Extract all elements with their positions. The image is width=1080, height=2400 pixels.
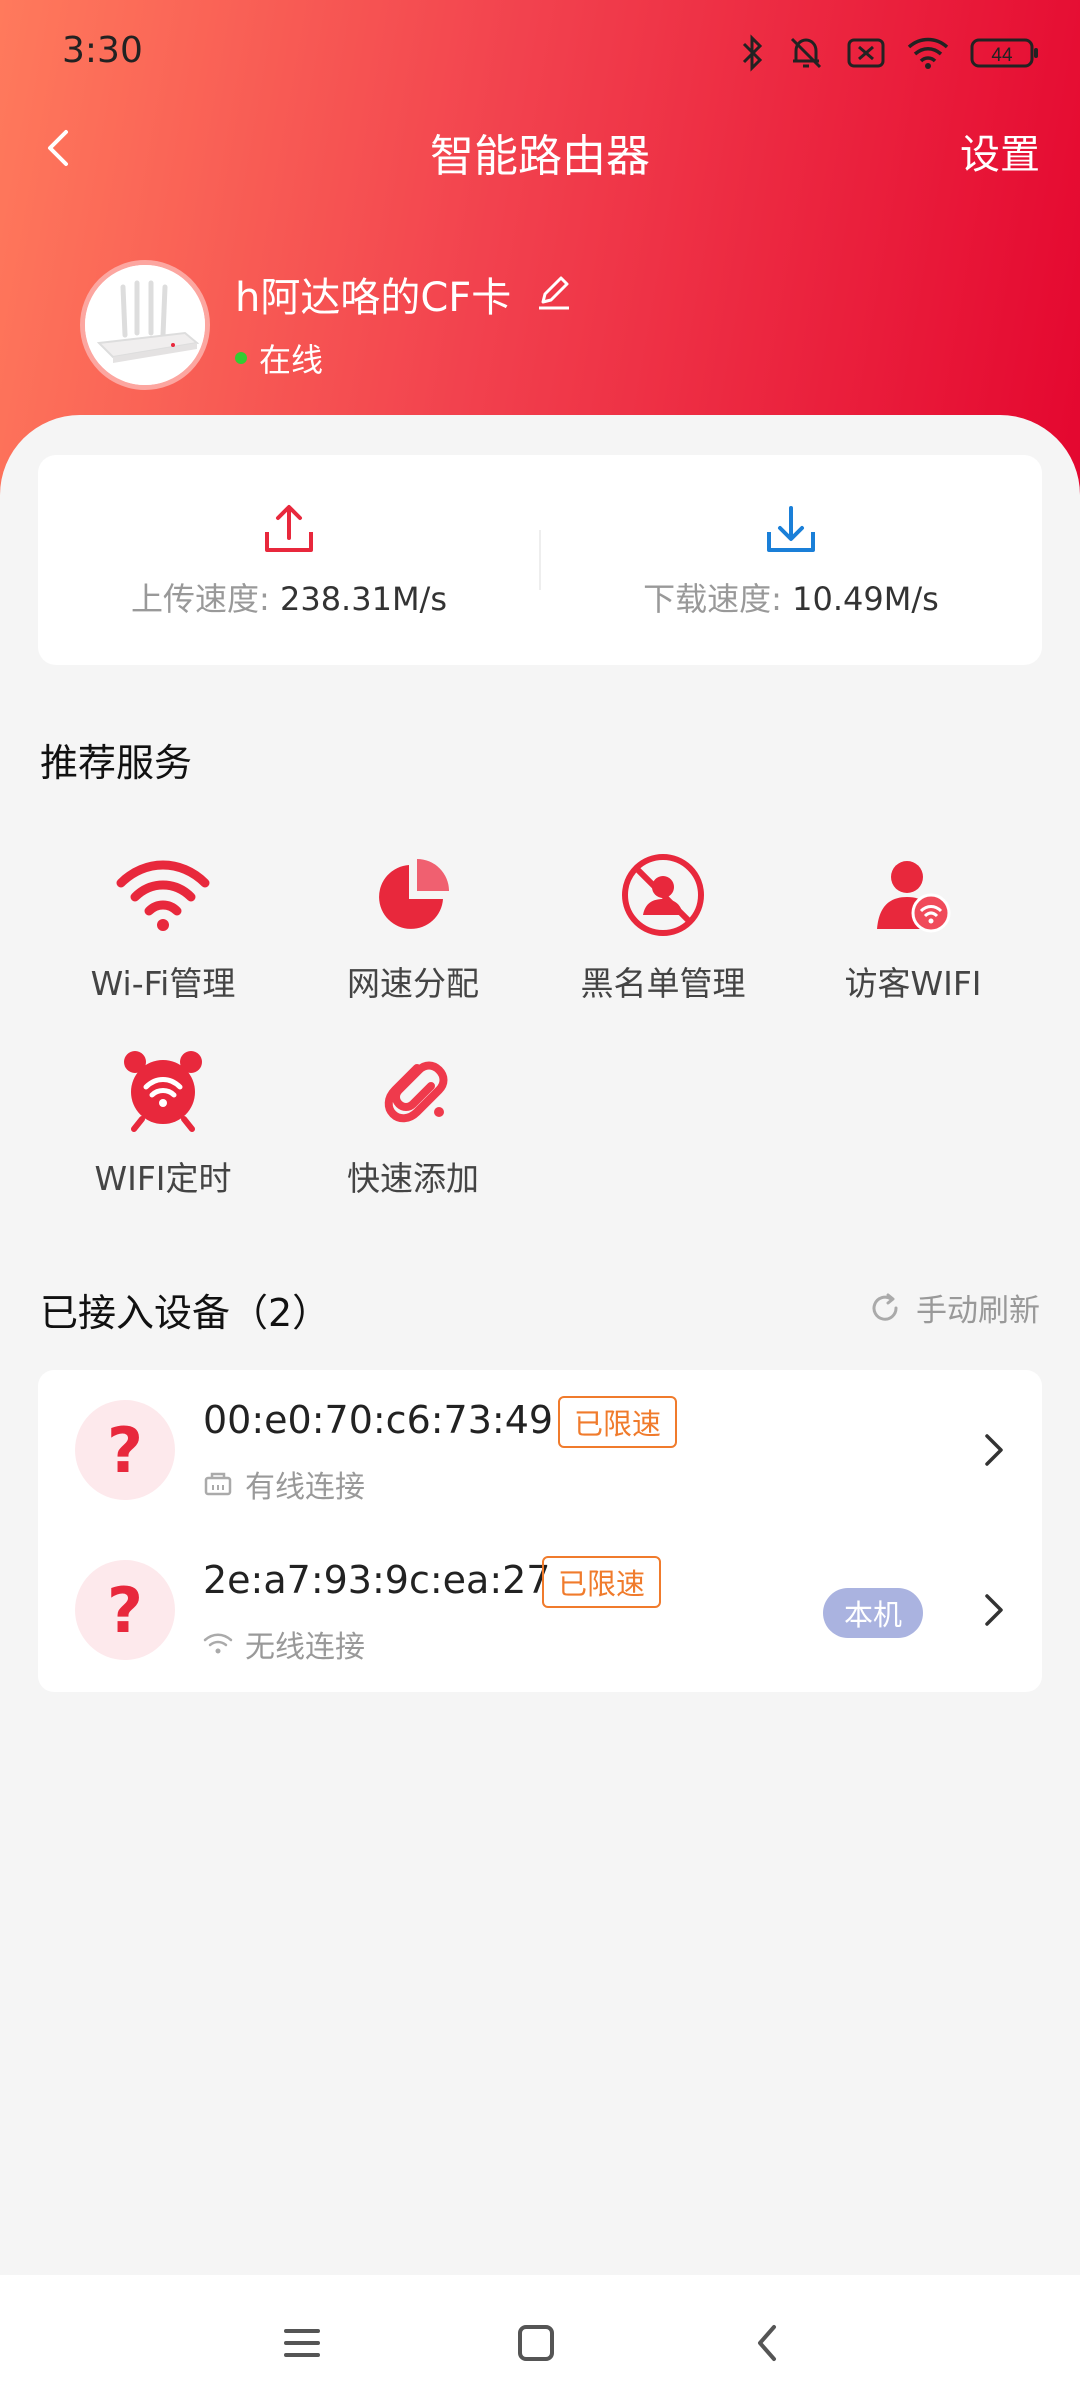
download-speed-text: 下载速度: 10.49M/s: [643, 574, 939, 620]
router-status: 在线: [235, 335, 323, 381]
bluetooth-icon: [742, 34, 763, 72]
online-dot-icon: [235, 352, 247, 364]
service-label: 访客WIFI: [844, 964, 982, 1003]
this-device-tag: 本机: [823, 1588, 923, 1638]
nav-menu-button[interactable]: [272, 2313, 332, 2373]
svg-text:44: 44: [991, 45, 1013, 66]
upload-label: 上传速度:: [131, 580, 270, 618]
pie-chart-icon: [363, 845, 463, 945]
service-label: 网速分配: [347, 964, 479, 1003]
status-icons: 44: [738, 28, 1040, 78]
service-label: 黑名单管理: [580, 964, 746, 1003]
mute-bell-icon: [790, 37, 822, 69]
download-value: 10.49M/s: [792, 580, 939, 618]
nav-home-button[interactable]: [506, 2313, 566, 2373]
battery-icon: 44: [970, 38, 1038, 68]
page-title: 智能路由器: [430, 131, 650, 182]
guest-wifi-icon: [863, 845, 963, 945]
download-label: 下载速度:: [643, 580, 782, 618]
services-title: 推荐服务: [40, 741, 193, 785]
wifi-icon: [907, 37, 949, 69]
edit-icon[interactable]: [535, 274, 575, 314]
refresh-button[interactable]: 手动刷新: [868, 1285, 1040, 1330]
link-add-icon: [363, 1040, 463, 1140]
refresh-label: 手动刷新: [916, 1293, 1040, 1329]
connection-label: 无线连接: [245, 1630, 365, 1665]
router-name: h阿达咯的CF卡: [235, 265, 575, 323]
service-label: Wi-Fi管理: [90, 964, 236, 1003]
device-row[interactable]: ? 00:e0:70:c6:73:49 已限速 有线连接: [38, 1370, 1042, 1530]
router-name-text: h阿达咯的CF卡: [235, 275, 512, 321]
refresh-icon: [872, 1293, 898, 1321]
router-avatar: [80, 260, 210, 390]
device-mac: 00:e0:70:c6:73:49: [203, 1398, 554, 1442]
block-user-icon: [613, 845, 713, 945]
sim-off-icon: [847, 38, 885, 68]
ethernet-icon: [204, 1472, 232, 1496]
service-label: 快速添加: [347, 1159, 479, 1198]
speed-card: 上传速度: 238.31M/s 下载速度: 10.49M/s: [38, 455, 1042, 665]
unknown-device-icon: ?: [75, 1560, 175, 1660]
rate-limited-badge: 已限速: [542, 1556, 662, 1608]
settings-button[interactable]: 设置: [960, 122, 1040, 180]
alarm-wifi-icon: [113, 1040, 213, 1140]
upload-icon: [265, 505, 313, 552]
service-blacklist[interactable]: 黑名单管理: [538, 845, 788, 1015]
chevron-right-icon: [985, 1434, 1003, 1466]
router-image-icon: [85, 265, 205, 385]
chevron-right-icon: [985, 1594, 1003, 1626]
rate-limited-badge: 已限速: [558, 1396, 678, 1448]
service-speed-allocation[interactable]: 网速分配: [288, 845, 538, 1015]
device-mac: 2e:a7:93:9c:ea:27: [203, 1558, 551, 1602]
service-quick-add[interactable]: 快速添加: [288, 1040, 538, 1210]
device-connection: 无线连接: [203, 1622, 365, 1666]
service-wifi-management[interactable]: Wi-Fi管理: [38, 845, 288, 1015]
upload-speed: 上传速度: 238.31M/s: [38, 455, 540, 665]
unknown-device-icon: ?: [75, 1400, 175, 1500]
device-connection: 有线连接: [203, 1462, 365, 1506]
devices-title: 已接入设备（2）: [40, 1291, 331, 1335]
nav-back-button[interactable]: [738, 2313, 798, 2373]
back-triangle-icon: [758, 2325, 776, 2361]
device-row[interactable]: ? 2e:a7:93:9c:ea:27 已限速 无线连接 本机: [38, 1530, 1042, 1690]
download-speed: 下载速度: 10.49M/s: [540, 455, 1042, 665]
service-label: WIFI定时: [94, 1159, 232, 1198]
wifi-icon: [113, 845, 213, 945]
connection-label: 有线连接: [245, 1470, 365, 1505]
device-list: ? 00:e0:70:c6:73:49 已限速 有线连接 ? 2e:a7:93:…: [38, 1370, 1042, 1692]
upload-speed-text: 上传速度: 238.31M/s: [131, 574, 447, 620]
system-nav-bar: [0, 2275, 1080, 2400]
status-time: 3:30: [62, 30, 143, 71]
wifi-icon: [203, 1633, 233, 1654]
service-wifi-timer[interactable]: WIFI定时: [38, 1040, 288, 1210]
service-guest-wifi[interactable]: 访客WIFI: [788, 845, 1038, 1015]
router-status-text: 在线: [259, 341, 324, 379]
menu-icon: [284, 2329, 320, 2357]
home-square-icon: [518, 2325, 554, 2361]
upload-value: 238.31M/s: [279, 580, 447, 618]
download-icon: [767, 506, 815, 552]
